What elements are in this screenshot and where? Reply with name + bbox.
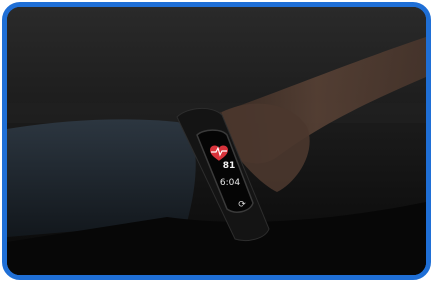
photo-frame: 81 6:04 ⟳	[2, 2, 431, 280]
refresh-icon: ⟳	[238, 200, 246, 210]
time-value: 6:04	[219, 178, 241, 188]
heart-rate-value: 81	[222, 161, 236, 171]
photo-scene	[7, 7, 426, 275]
